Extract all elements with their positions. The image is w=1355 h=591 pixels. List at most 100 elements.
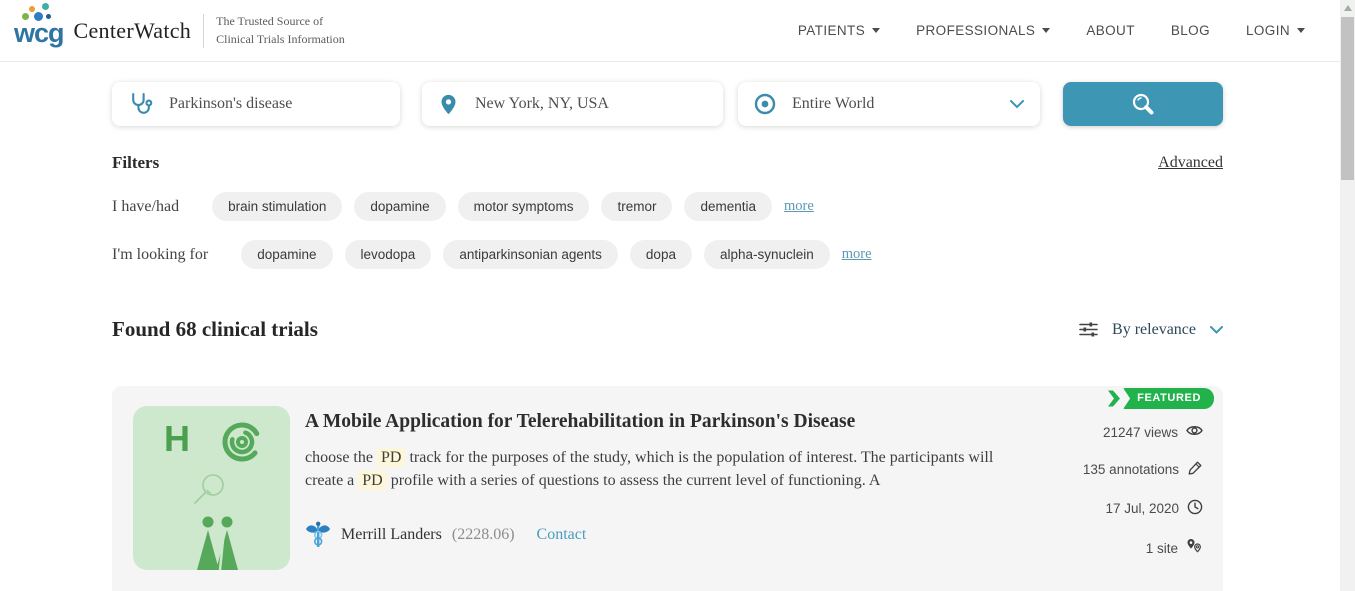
filters-title: Filters: [112, 153, 159, 173]
nav-item-professionals[interactable]: PROFESSIONALS: [916, 23, 1050, 38]
filters-header: Filters Advanced: [112, 153, 1223, 173]
results-count: Found 68 clinical trials: [112, 317, 318, 342]
filter-chips: dopamine levodopa antiparkinsonian agents d…: [241, 240, 830, 269]
logo-dot: [46, 14, 51, 19]
chevron-down-icon: [1010, 100, 1024, 109]
nav-item-label: PROFESSIONALS: [916, 23, 1035, 38]
filter-chip[interactable]: brain stimulation: [212, 192, 342, 221]
magnifier-icon: [189, 472, 229, 508]
nav-item-label: BLOG: [1171, 23, 1210, 38]
stat-label: 1 site: [1146, 541, 1178, 556]
people-icon: [193, 516, 243, 570]
location-input[interactable]: New York, NY, USA: [422, 82, 723, 126]
filter-rows: I have/had brain stimulation dopamine motor…: [112, 192, 1223, 269]
nav-item-label: ABOUT: [1086, 23, 1135, 38]
stat-clock: 17 Jul, 2020: [998, 499, 1203, 518]
stat-label: 21247 views: [1103, 425, 1178, 440]
contact-link[interactable]: Contact: [537, 526, 587, 544]
condition-value: Parkinson's disease: [169, 95, 384, 113]
location-value: New York, NY, USA: [475, 95, 707, 113]
caret-down-icon: [872, 28, 880, 33]
filter-row-im-looking-for: I'm looking for dopamine levodopa antiparki…: [112, 240, 1223, 269]
filter-chip[interactable]: tremor: [601, 192, 672, 221]
scroll-up-icon[interactable]: [1344, 5, 1352, 11]
stat-eye: 21247 views: [998, 424, 1203, 440]
stethoscope-icon: [128, 92, 153, 117]
trial-body: A Mobile Application for Telerehabilitat…: [290, 406, 998, 591]
brand-divider: [203, 14, 204, 48]
hospital-h-icon: H: [164, 418, 190, 460]
header: wcg CenterWatch The Trusted Source of Cl…: [0, 0, 1355, 62]
more-link[interactable]: more: [784, 198, 814, 215]
main-nav: PATIENTS PROFESSIONALS ABOUT BLOG LOGIN: [798, 23, 1305, 38]
filter-chip[interactable]: dopa: [630, 240, 692, 269]
caret-down-icon: [1042, 28, 1050, 33]
nav-item-login[interactable]: LOGIN: [1246, 23, 1305, 38]
nav-item-label: LOGIN: [1246, 23, 1290, 38]
description-text: profile with a series of questions to as…: [387, 472, 881, 489]
logo-dot: [29, 6, 35, 12]
filter-chip[interactable]: antiparkinsonian agents: [443, 240, 618, 269]
spiral-icon: [220, 420, 264, 464]
sort-label: By relevance: [1112, 321, 1196, 339]
filter-chip[interactable]: levodopa: [345, 240, 432, 269]
radio-icon: [754, 93, 776, 115]
filter-chip[interactable]: dopamine: [354, 192, 445, 221]
pen-icon: [1187, 460, 1203, 479]
highlighted-term: PD: [377, 448, 405, 467]
scope-value: Entire World: [792, 95, 994, 113]
nav-item-about[interactable]: ABOUT: [1086, 23, 1135, 38]
featured-badge: FEATURED: [1108, 388, 1214, 409]
investigator-row: Merrill Landers (2228.06) Contact: [305, 521, 998, 549]
trial-thumbnail: H: [133, 406, 290, 570]
investigator-id: (2228.06): [452, 526, 515, 544]
filter-chip[interactable]: alpha-synuclein: [704, 240, 830, 269]
condition-input[interactable]: Parkinson's disease: [112, 82, 400, 126]
chevron-down-icon: [1210, 326, 1223, 334]
map-pin-icon: [438, 92, 459, 117]
scope-select[interactable]: Entire World: [738, 82, 1040, 126]
advanced-link[interactable]: Advanced: [1158, 154, 1223, 172]
scrollbar-thumb[interactable]: [1341, 17, 1354, 180]
filter-chip[interactable]: dopamine: [241, 240, 332, 269]
brand-tagline: The Trusted Source of Clinical Trials In…: [216, 13, 345, 48]
caduceus-icon: [305, 521, 331, 549]
logo-dot: [42, 3, 49, 10]
trial-description: choose the PD track for the purposes of …: [305, 446, 998, 492]
nav-item-blog[interactable]: BLOG: [1171, 23, 1210, 38]
featured-ribbon-arrow-icon: [1108, 388, 1121, 409]
logo-dot: [34, 12, 43, 21]
caret-down-icon: [1297, 28, 1305, 33]
filter-chip[interactable]: dementia: [684, 192, 772, 221]
sort-control[interactable]: By relevance: [1079, 321, 1223, 339]
more-link[interactable]: more: [842, 246, 872, 263]
scrollbar[interactable]: [1340, 0, 1355, 591]
trial-stats: 21247 views 135 annotations 17 Jul, 2020 1 …: [998, 406, 1203, 591]
brand-name: CenterWatch: [74, 18, 192, 44]
brand-logo[interactable]: wcg CenterWatch The Trusted Source of Cl…: [14, 13, 345, 48]
logo-dot: [22, 13, 29, 20]
search-button[interactable]: [1063, 82, 1223, 126]
search-bar: Parkinson's disease New York, NY, USA En…: [112, 82, 1223, 126]
stat-label: 17 Jul, 2020: [1105, 501, 1179, 516]
stat-pen: 135 annotations: [998, 460, 1203, 479]
main-content: Parkinson's disease New York, NY, USA En…: [112, 82, 1223, 591]
investigator-name[interactable]: Merrill Landers: [341, 526, 442, 544]
trial-title[interactable]: A Mobile Application for Telerehabilitat…: [305, 411, 998, 433]
nav-item-patients[interactable]: PATIENTS: [798, 23, 880, 38]
eye-icon: [1186, 424, 1203, 440]
stat-label: 135 annotations: [1083, 462, 1179, 477]
filter-chip[interactable]: motor symptoms: [458, 192, 590, 221]
description-text: choose the: [305, 449, 377, 466]
results-header: Found 68 clinical trials By relevance: [112, 317, 1223, 342]
filter-chips: brain stimulation dopamine motor symptoms t…: [212, 192, 772, 221]
filter-row-label: I'm looking for: [112, 246, 208, 264]
wcg-logo: wcg: [14, 18, 64, 49]
filter-row-i-have-had: I have/had brain stimulation dopamine motor…: [112, 192, 1223, 221]
nav-item-label: PATIENTS: [798, 23, 865, 38]
highlighted-term: PD: [358, 471, 386, 490]
trial-card[interactable]: FEATURED H: [112, 386, 1223, 591]
stat-pins: 1 site: [998, 538, 1203, 558]
filter-row-label: I have/had: [112, 198, 179, 216]
pins-icon: [1186, 538, 1203, 558]
